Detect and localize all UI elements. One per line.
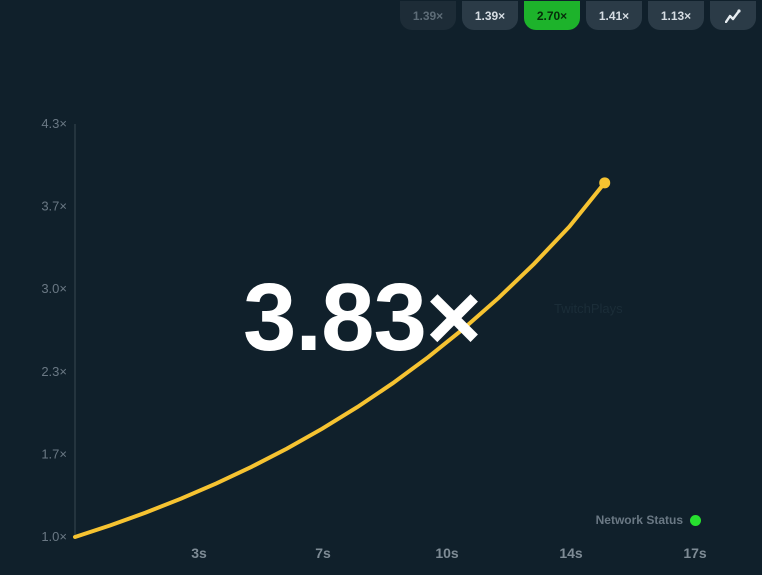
y-tick-label: 1.0× — [41, 529, 67, 544]
network-status-label: Network Status — [595, 513, 683, 527]
x-tick-label: 10s — [435, 545, 459, 561]
y-tick-label: 1.7× — [41, 446, 67, 461]
y-tick-label: 4.3× — [41, 116, 67, 131]
x-tick-label: 3s — [191, 545, 207, 561]
watermark: TwitchPlays — [554, 301, 623, 316]
y-tick-label: 3.0× — [41, 281, 67, 296]
crash-game-panel: 1.39× 1.39× 2.70× 1.41× 1.13× TwitchPlay… — [0, 0, 762, 575]
x-tick-label: 17s — [683, 545, 707, 561]
y-tick-label: 2.3× — [41, 364, 67, 379]
y-tick-label: 3.7× — [41, 199, 67, 214]
x-tick-label: 7s — [315, 545, 331, 561]
network-status-dot — [690, 515, 701, 526]
curve-end-point — [599, 177, 611, 189]
current-multiplier: 3.83× — [243, 264, 482, 371]
x-tick-label: 14s — [559, 545, 583, 561]
